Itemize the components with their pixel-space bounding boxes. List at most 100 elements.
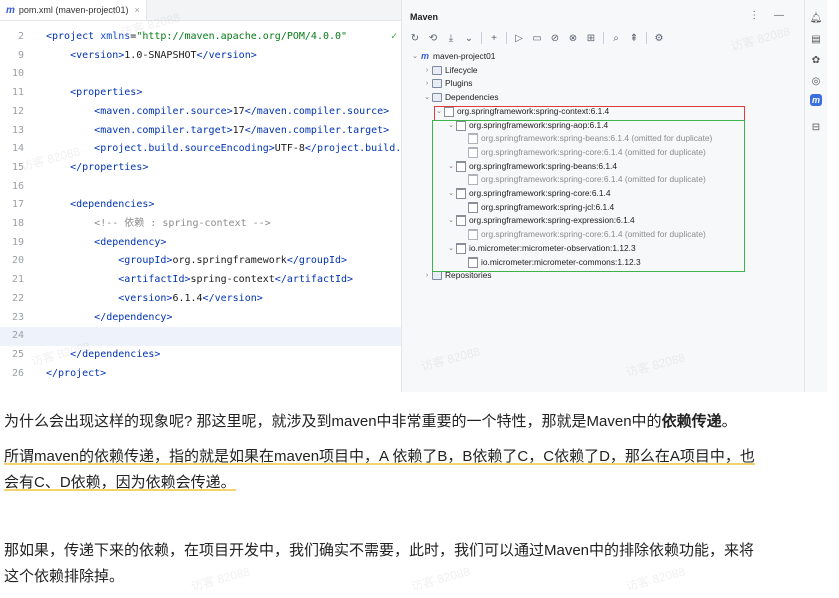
code-line[interactable]: 12 <maven.compiler.source>17</maven.comp… [0, 103, 401, 122]
code-line[interactable]: 24 [0, 327, 401, 346]
line-number: 2 [17, 31, 24, 42]
code-line[interactable]: 18 <!-- 依赖 : spring-context --> [0, 215, 401, 234]
paragraph-2-line-1: 所谓maven的依赖传递，指的就是如果在maven项目中，A 依赖了B，B依赖了… [4, 448, 755, 465]
folder-icon [432, 65, 442, 75]
tab-pom-xml[interactable]: m pom.xml (maven-project01) × [0, 0, 147, 20]
toolbar-divider [603, 32, 604, 44]
code-text: </dependencies> [70, 348, 161, 360]
code-line[interactable]: 21 <artifactId>spring-context</artifactI… [0, 271, 401, 290]
maven-panel-title: Maven [410, 12, 439, 22]
more-options-icon[interactable]: ⋮ — [749, 10, 790, 21]
code-editor[interactable]: m pom.xml (maven-project01) × 2 <project … [0, 0, 402, 392]
highlight-red-box [434, 106, 745, 121]
code-line[interactable]: 9 <version>1.0-SNAPSHOT</version> [0, 47, 401, 66]
inspection-ok-icon: ✓ [390, 31, 397, 42]
maven-project-icon: m [420, 51, 429, 61]
line-number: 16 [11, 180, 24, 192]
line-number: 12 [11, 105, 24, 117]
paragraph-3: 那如果，传递下来的依赖，在项目开发中，我们确实不需要，此时，我们可以通过Mave… [4, 538, 824, 590]
code-line[interactable]: 14 <project.build.sourceEncoding>UTF-8</… [0, 140, 401, 159]
expanded-chevron-icon[interactable]: ⌄ [410, 50, 420, 63]
folder-icon [432, 79, 442, 89]
line-number: 20 [11, 255, 24, 267]
code-line[interactable]: 15 </properties> [0, 159, 401, 178]
maven-tool-icon[interactable]: m [810, 94, 822, 106]
paragraph-1: 为什么会出现这样的现象呢? 那这里呢，就涉及到maven中非常重要的一个特性，那… [4, 409, 824, 435]
tree-node[interactable]: › Lifecycle [422, 64, 478, 77]
line-number: 17 [11, 199, 24, 211]
line-number: 15 [11, 161, 24, 173]
code-text: <project xmlns="http://maven.apache.org/… [46, 31, 348, 42]
collapsed-chevron-icon[interactable]: › [422, 77, 432, 90]
settings-icon[interactable]: ⚙ [650, 30, 668, 46]
line-number: 9 [17, 49, 24, 61]
line-number: 18 [11, 218, 24, 229]
code-line[interactable]: 10 [0, 65, 401, 84]
notifications-icon[interactable]: 🔔︎ [810, 12, 823, 24]
code-text: <groupId>org.springframework</groupId> [118, 255, 348, 267]
tree-node-label: maven-project01 [433, 51, 496, 61]
expanded-chevron-icon[interactable]: ⌄ [422, 91, 432, 104]
collapse-all-icon[interactable]: ⇞ [625, 30, 643, 46]
maven-file-icon: m [6, 4, 15, 16]
line-number: 13 [11, 124, 24, 136]
code-line[interactable]: 13 <maven.compiler.target>17</maven.comp… [0, 122, 401, 141]
code-text: </properties> [70, 161, 149, 173]
code-text: <version>1.0-SNAPSHOT</version> [70, 49, 257, 61]
structure-icon[interactable]: ⊟ [810, 121, 822, 133]
tree-node[interactable]: ⌄ Dependencies [422, 91, 499, 104]
line-number: 11 [11, 87, 24, 99]
execute-goal-icon[interactable]: ▭ [528, 30, 546, 46]
close-icon[interactable]: × [134, 5, 139, 15]
code-text: <!-- 依赖 : spring-context --> [94, 218, 271, 229]
run-icon[interactable]: ▷ [510, 30, 528, 46]
tree-node-label: Dependencies [445, 92, 499, 103]
line-number: 26 [11, 367, 24, 379]
maven-toolbar: ↻ ⟲ ⤓ ⌄ + ▷ ▭ ⊘ ⊗ ⊞ ⌕ ⇞ ⚙ [406, 30, 668, 46]
paragraph-2: 所谓maven的依赖传递，指的就是如果在maven项目中，A 依赖了B，B依赖了… [4, 444, 824, 496]
tree-node-label: Lifecycle [445, 64, 478, 75]
show-dependencies-icon[interactable]: ⊞ [582, 30, 600, 46]
reload-icon[interactable]: ↻ [406, 30, 424, 46]
plugin-icon[interactable]: ✿ [810, 54, 822, 66]
code-line[interactable]: 17 <dependencies> [0, 196, 401, 215]
code-text: <properties> [70, 87, 143, 99]
toolbar-divider [481, 32, 482, 44]
search-icon[interactable]: ⌕ [607, 30, 625, 46]
tool-window-strip: 🔔︎ ▤ ✿ ◎ m ⊟ [804, 0, 827, 392]
code-text: <version>6.1.4</version> [118, 292, 263, 304]
code-line[interactable]: 19 <dependency> [0, 234, 401, 253]
ai-assistant-icon[interactable]: ◎ [810, 75, 822, 87]
skip-tests-icon[interactable]: ⊗ [564, 30, 582, 46]
code-line[interactable]: 2 <project xmlns="http://maven.apache.org… [0, 28, 401, 47]
code-text: <artifactId>spring-context</artifactId> [118, 274, 354, 286]
toggle-offline-icon[interactable]: ⊘ [546, 30, 564, 46]
code-text: <dependencies> [70, 199, 155, 211]
database-icon[interactable]: ▤ [810, 33, 822, 45]
paragraph-2-line-2: 会有C、D依赖，因为依赖会传递。 [4, 474, 236, 491]
line-number: 25 [11, 348, 24, 360]
collapsed-chevron-icon[interactable]: › [422, 269, 432, 282]
add-icon[interactable]: + [485, 30, 503, 46]
tree-node[interactable]: › Plugins [422, 77, 472, 90]
line-number: 10 [11, 68, 24, 80]
collapsed-chevron-icon[interactable]: › [422, 64, 432, 77]
code-line[interactable]: 20 <groupId>org.springframework</groupId… [0, 252, 401, 271]
code-line[interactable]: 26 </project> [0, 365, 401, 384]
expand-icon[interactable]: ⌄ [460, 30, 478, 46]
code-text: </project> [46, 367, 107, 379]
download-icon[interactable]: ⤓ [442, 30, 460, 46]
code-line[interactable]: 11 <properties> [0, 84, 401, 103]
code-text: <maven.compiler.source>17</maven.compile… [94, 105, 390, 117]
folder-icon [432, 271, 442, 281]
code-line[interactable]: 22 <version>6.1.4</version> [0, 290, 401, 309]
editor-tabbar: m pom.xml (maven-project01) × [0, 0, 401, 21]
code-text: <maven.compiler.target>17</maven.compile… [94, 124, 390, 136]
paragraph-3-line-1: 那如果，传递下来的依赖，在项目开发中，我们确实不需要，此时，我们可以通过Mave… [4, 542, 755, 559]
line-number: 19 [11, 236, 24, 248]
code-line[interactable]: 25 </dependencies> [0, 346, 401, 365]
tree-node[interactable]: ⌄ m maven-project01 [410, 50, 495, 63]
code-line[interactable]: 16 [0, 178, 401, 197]
generate-sources-icon[interactable]: ⟲ [424, 30, 442, 46]
code-line[interactable]: 23 </dependency> [0, 309, 401, 328]
